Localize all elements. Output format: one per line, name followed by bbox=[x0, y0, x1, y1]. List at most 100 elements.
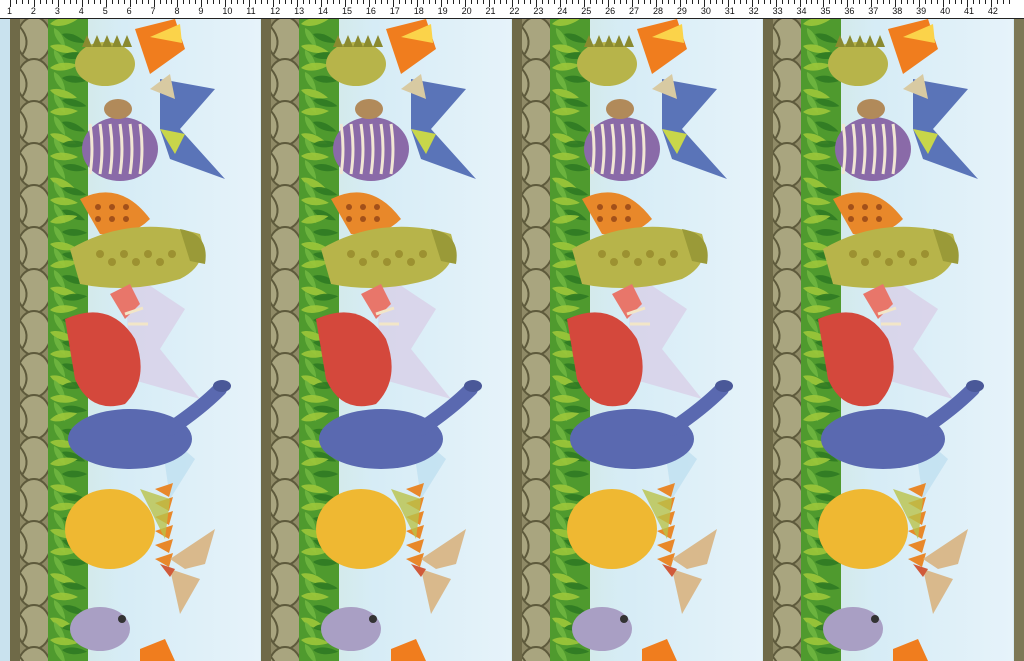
ruler-minor-tick bbox=[380, 0, 382, 4]
ruler-minor-tick bbox=[338, 0, 340, 4]
ruler-minor-tick bbox=[159, 0, 161, 4]
ruler-label: 35 bbox=[820, 6, 831, 16]
ruler-minor-tick bbox=[817, 0, 819, 4]
ruler-minor-tick bbox=[984, 0, 986, 4]
ruler-minor-tick bbox=[374, 0, 376, 4]
ruler-minor-tick bbox=[530, 0, 532, 4]
ruler-label: 4 bbox=[78, 6, 84, 16]
ruler-minor-tick bbox=[650, 0, 651, 4]
dinosaur-fabric-print bbox=[0, 19, 1024, 661]
ruler-minor-tick bbox=[309, 0, 311, 4]
ruler-minor-tick bbox=[937, 0, 939, 4]
ruler-minor-tick bbox=[566, 0, 568, 4]
sky-background bbox=[0, 19, 10, 661]
ruler-minor-tick bbox=[554, 0, 556, 4]
ruler-minor-tick bbox=[189, 0, 191, 4]
ruler-label: 33 bbox=[772, 6, 783, 16]
baby-dinosaur-icon bbox=[572, 607, 632, 651]
ruler-minor-tick bbox=[907, 0, 909, 4]
ruler-minor-tick bbox=[231, 0, 233, 4]
rock-wall-icon bbox=[261, 19, 303, 661]
ruler-label: 12 bbox=[270, 6, 281, 16]
ruler-minor-tick bbox=[39, 0, 41, 4]
ruler-minor-tick bbox=[171, 0, 173, 4]
ruler-minor-tick bbox=[452, 0, 454, 4]
rock-wall-icon bbox=[512, 19, 554, 661]
baby-dinosaur-icon bbox=[321, 607, 381, 651]
ruler-minor-tick bbox=[237, 0, 239, 4]
ruler-minor-tick bbox=[829, 0, 831, 4]
ruler-label: 31 bbox=[724, 6, 735, 16]
ruler-minor-tick bbox=[697, 0, 699, 4]
ruler-minor-tick bbox=[303, 0, 305, 4]
ruler-minor-tick bbox=[889, 0, 891, 4]
ruler-minor-tick bbox=[793, 0, 795, 4]
ruler-label: 18 bbox=[413, 6, 424, 16]
ruler-minor-tick bbox=[87, 0, 89, 4]
ruler-label: 22 bbox=[509, 6, 520, 16]
ruler-label: 16 bbox=[365, 6, 376, 16]
ruler-label: 14 bbox=[318, 6, 329, 16]
ruler-minor-tick bbox=[183, 0, 185, 4]
ruler-minor-tick bbox=[661, 0, 663, 4]
ruler-minor-tick bbox=[261, 0, 263, 4]
ruler-minor-tick bbox=[572, 0, 574, 4]
ruler-minor-tick bbox=[422, 0, 424, 4]
ruler-minor-tick bbox=[805, 0, 807, 4]
ruler-label: 9 bbox=[198, 6, 204, 16]
ruler-minor-tick bbox=[21, 0, 23, 4]
ruler-label: 23 bbox=[533, 6, 544, 16]
ruler-minor-tick bbox=[638, 0, 640, 4]
ruler-minor-tick bbox=[978, 0, 980, 4]
ruler-label: 13 bbox=[294, 6, 305, 16]
baby-dinosaur-icon bbox=[823, 607, 883, 651]
ruler-label: 26 bbox=[605, 6, 616, 16]
ruler-minor-tick bbox=[410, 0, 412, 4]
ruler-label: 36 bbox=[844, 6, 855, 16]
rock-wall-icon bbox=[763, 19, 805, 661]
ruler-minor-tick bbox=[913, 0, 915, 4]
ruler-minor-tick bbox=[620, 0, 622, 4]
ruler-minor-tick bbox=[961, 0, 963, 4]
ruler-minor-tick bbox=[482, 0, 484, 4]
ruler-minor-tick bbox=[548, 0, 550, 4]
ruler-minor-tick bbox=[787, 0, 789, 4]
ruler-minor-tick bbox=[51, 0, 53, 4]
measurement-ruler: 1 2 3 4 5 6 7 8 9 10 11 12 13 14 15 16 17 18 19 20 21 22 23 24 2… bbox=[0, 0, 1024, 19]
stegosaurus-icon bbox=[577, 35, 637, 86]
ruler-minor-tick bbox=[865, 0, 867, 4]
ruler-minor-tick bbox=[877, 0, 879, 4]
ruler-label: 34 bbox=[796, 6, 807, 16]
ruler-minor-tick bbox=[931, 0, 933, 4]
ruler-minor-tick bbox=[356, 0, 358, 4]
ruler-label: 21 bbox=[485, 6, 496, 16]
ruler-minor-tick bbox=[715, 0, 717, 4]
ruler-minor-tick bbox=[739, 0, 741, 4]
ruler-minor-tick bbox=[596, 0, 598, 4]
ruler-minor-tick bbox=[315, 0, 317, 4]
ruler-label: 15 bbox=[341, 6, 352, 16]
ruler-minor-tick bbox=[219, 0, 221, 4]
ruler-minor-tick bbox=[524, 0, 526, 4]
ruler-minor-tick bbox=[213, 0, 215, 4]
ruler-minor-tick bbox=[644, 0, 646, 4]
ruler-label: 27 bbox=[629, 6, 640, 16]
ruler-minor-tick bbox=[721, 0, 723, 4]
ruler-label: 10 bbox=[222, 6, 233, 16]
ruler-minor-tick bbox=[733, 0, 735, 4]
rock-wall-icon bbox=[1014, 19, 1024, 661]
ruler-minor-tick bbox=[590, 0, 592, 4]
stegosaurus-icon bbox=[828, 35, 888, 86]
ruler-minor-tick bbox=[853, 0, 855, 4]
ruler-minor-tick bbox=[901, 0, 903, 4]
ruler-minor-tick bbox=[398, 0, 400, 4]
ruler-minor-tick bbox=[470, 0, 472, 4]
ruler-minor-tick bbox=[45, 0, 47, 4]
rock-wall-icon bbox=[10, 19, 52, 661]
ruler-minor-tick bbox=[667, 0, 669, 4]
ruler-minor-tick bbox=[27, 0, 29, 4]
ruler-minor-tick bbox=[285, 0, 287, 4]
ruler-minor-tick bbox=[69, 0, 71, 4]
ruler-minor-tick bbox=[291, 0, 293, 4]
ruler-minor-tick bbox=[434, 0, 436, 4]
